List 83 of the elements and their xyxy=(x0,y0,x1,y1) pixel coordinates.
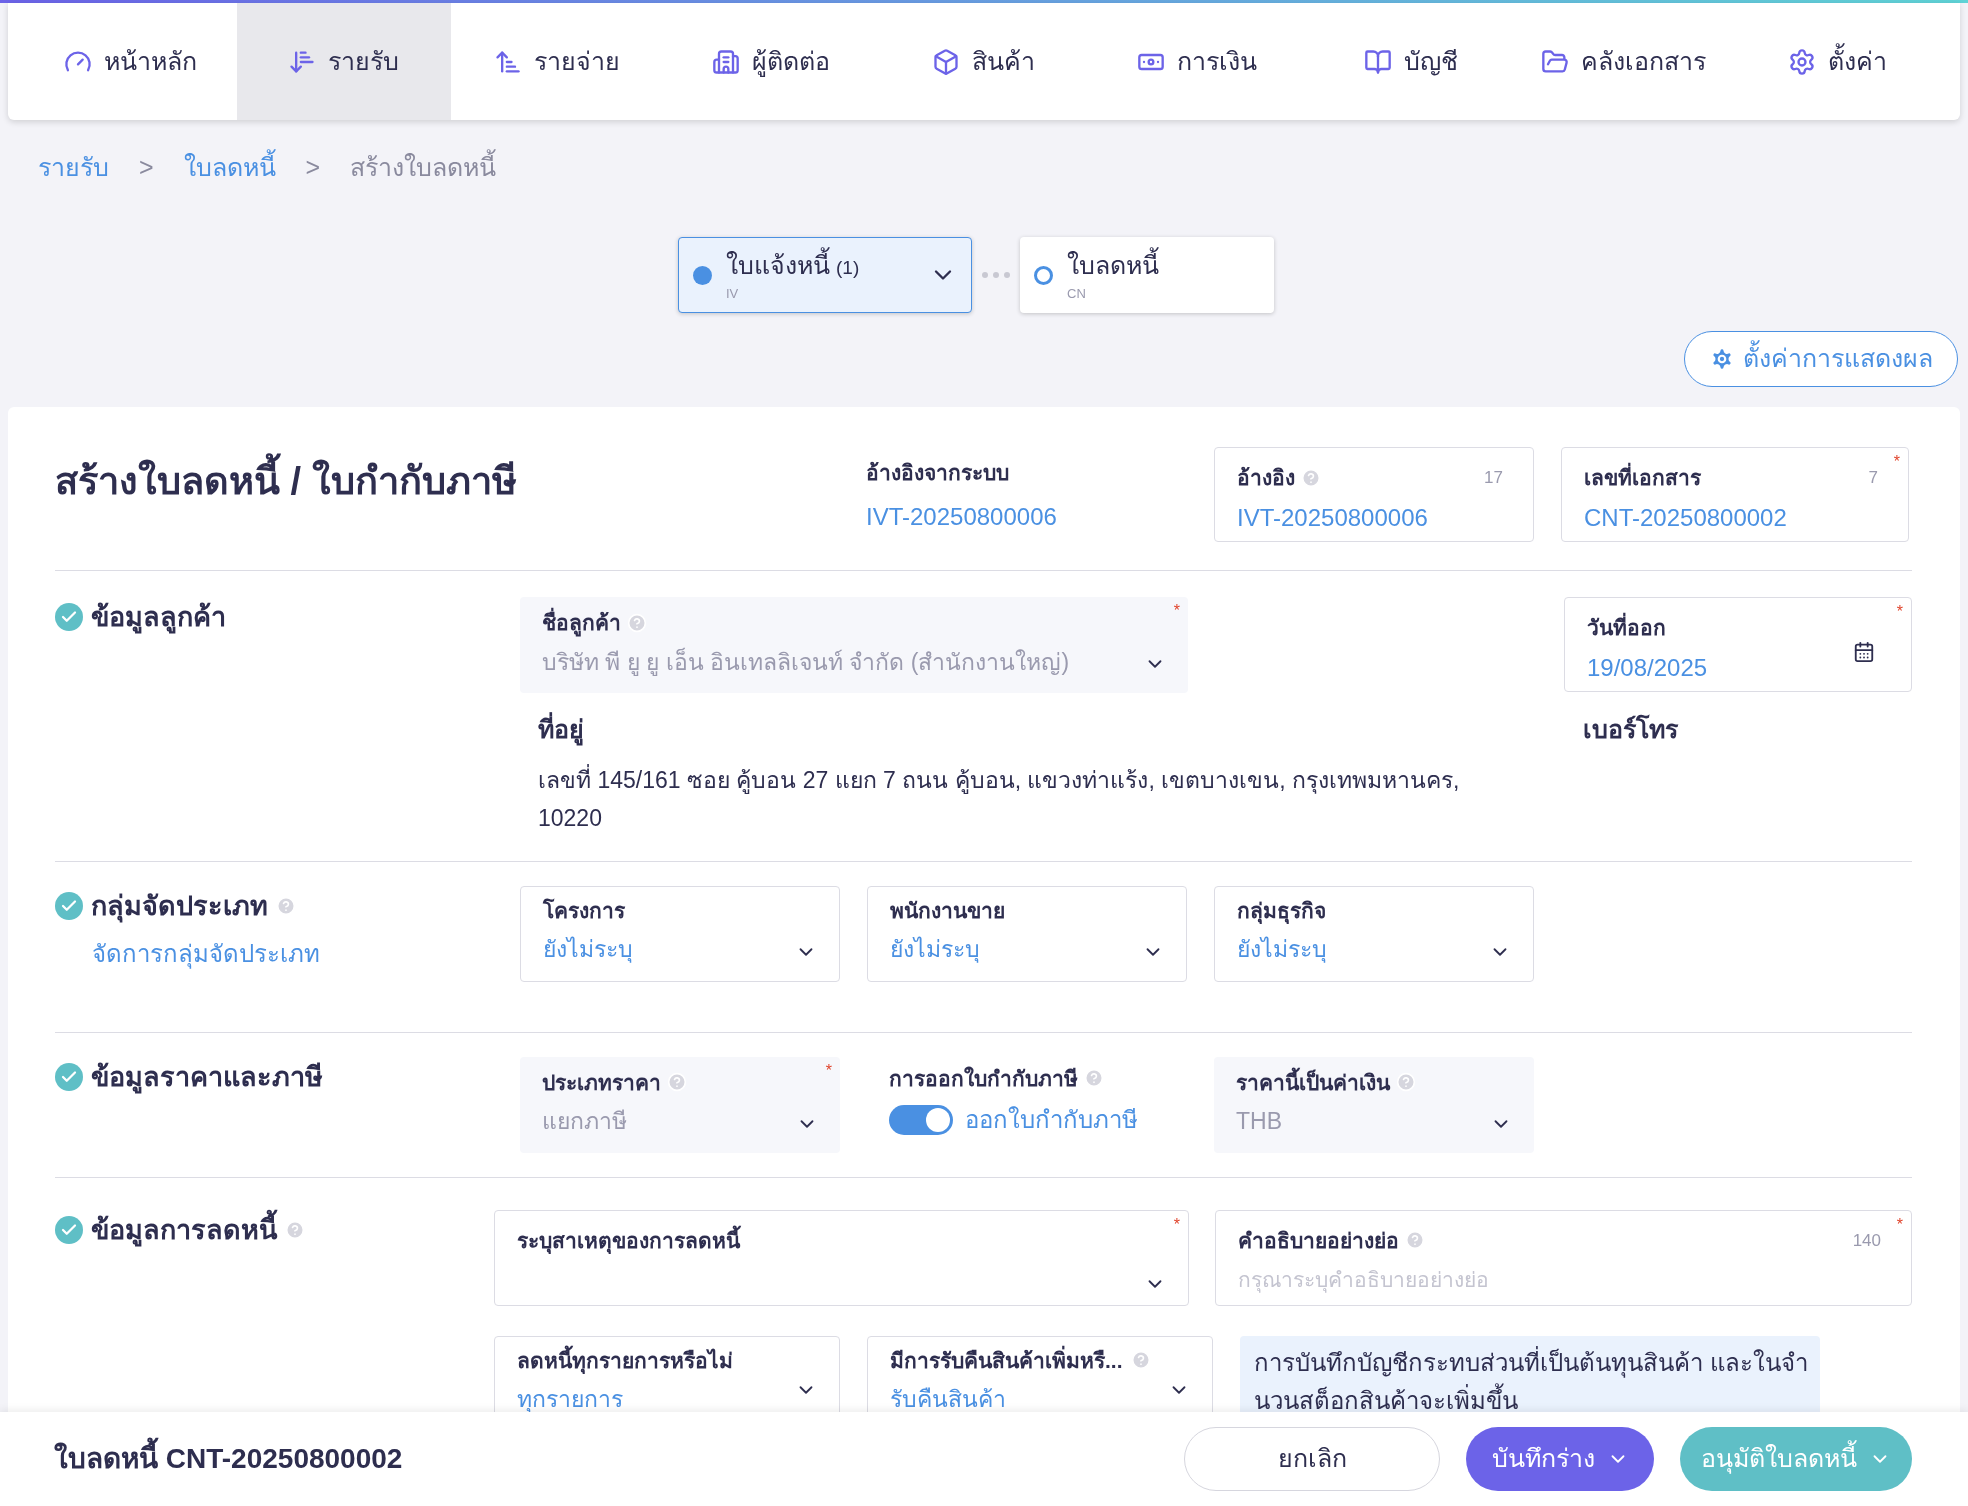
section-title: ข้อมูลการลดหนี้ xyxy=(91,1209,277,1250)
char-counter: 7 xyxy=(1868,467,1878,489)
description-input[interactable]: กรุณาระบุคำอธิบายอย่างย่อ xyxy=(1238,1264,1889,1296)
toggle-switch[interactable] xyxy=(889,1105,953,1135)
nav-tab[interactable]: รายจ่าย xyxy=(450,3,664,120)
nav-tab[interactable]: สินค้า xyxy=(877,3,1091,120)
select-field[interactable]: พนักงานขาย ยังไม่ระบุ xyxy=(867,885,1187,982)
text-field[interactable]: * คำอธิบายอย่างย่อ 140 กรุณาระบุคำอธิบายอย่างย่อ xyxy=(1215,1209,1912,1306)
form-title: สร้างใบลดหนี้ / ใบกำกับภาษี xyxy=(55,447,866,510)
field-label: อ้างอิงจากระบบ xyxy=(866,460,1010,486)
field-value: บริษัท พี ยู ยู เอ็น อินเทลลิเจนท์ จำกัด (สำนักงานใหญ่) xyxy=(542,646,1071,678)
settings-icon xyxy=(1787,47,1816,76)
document-step[interactable]: ใบลดหนี้ CN xyxy=(1020,237,1274,313)
info-note: การบันทึกบัญชีกระทบส่วนที่เป็นต้นทุนสินค้า และในจำ นวนสต็อกสินค้าจะเพิ่มขึ้น xyxy=(1240,1335,1820,1412)
field-label: วันที่ออก xyxy=(1587,612,1853,644)
save-draft-button[interactable]: บันทึกร่าง xyxy=(1466,1427,1654,1491)
nav-tab[interactable]: ตั้งค่า xyxy=(1730,3,1944,120)
field-value: CNT-20250800002 xyxy=(1584,502,1788,533)
book-icon xyxy=(1363,47,1392,76)
step-label: ใบแจ้งหนี้ xyxy=(726,246,830,284)
section-title: ข้อมูลลูกค้า xyxy=(91,601,226,636)
connector-dots xyxy=(982,272,1010,278)
field-value: THB xyxy=(1236,1107,1283,1136)
nav-tab[interactable]: บัญชี xyxy=(1303,3,1518,120)
field-label: พนักงานขาย xyxy=(890,897,1005,924)
field-value: ยังไม่ระบุ xyxy=(890,935,981,965)
required-mark: * xyxy=(1173,1216,1180,1233)
text-field[interactable]: อ้างอิง 17 IVT-20250800006 xyxy=(1214,447,1534,542)
field-label: โครงการ xyxy=(543,897,625,924)
step-code: IV xyxy=(726,285,740,303)
text-field[interactable]: * เลขที่เอกสาร 7 CNT-20250800002 xyxy=(1561,447,1909,542)
nav-tab[interactable]: ผู้ติดต่อ xyxy=(664,3,878,120)
step-count: (1) xyxy=(836,255,860,280)
field-label: ราคานี้เป็นค่าเงิน xyxy=(1236,1066,1390,1098)
step-code: CN xyxy=(1067,285,1087,303)
breadcrumb-separator: > xyxy=(305,151,321,183)
field-label: การออกใบกำกับภาษี xyxy=(889,1065,1078,1092)
select-field[interactable]: โครงการ ยังไม่ระบุ xyxy=(520,885,840,982)
field-value: แยกภาษี xyxy=(542,1107,628,1136)
char-counter: 17 xyxy=(1484,467,1503,489)
address-text: เลขที่ 145/161 ซอย คู้บอน 27 แยก 7 ถนน คู้บอน, แขวงท่าแร้ง, เขตบางเขน, กรุงเทพมหานคร, 10220 xyxy=(538,763,1461,833)
breadcrumb-current: สร้างใบลดหนี้ xyxy=(350,148,497,187)
required-mark: * xyxy=(1896,604,1903,620)
char-counter: 140 xyxy=(1852,1229,1881,1252)
required-mark: * xyxy=(1896,1216,1903,1233)
nav-tab[interactable]: หน้าหลัก xyxy=(24,3,238,120)
required-mark: * xyxy=(825,1062,832,1079)
footer-title: ใบลดหนี้ CNT-20250800002 xyxy=(54,1438,1184,1480)
section-title: กลุ่มจัดประเภท xyxy=(91,889,268,925)
calendar-icon xyxy=(1853,640,1875,663)
breadcrumb-separator: > xyxy=(139,151,154,183)
document-step[interactable]: ใบแจ้งหนี้ (1) IV xyxy=(678,237,972,313)
select-field[interactable]: * ระบุสาเหตุของการลดหนี้ xyxy=(494,1209,1189,1306)
phone-label: เบอร์โทร xyxy=(1582,713,1678,745)
required-mark: * xyxy=(1173,603,1180,619)
toggle-label: ออกใบกำกับภาษี xyxy=(965,1105,1138,1135)
field-value: ยังไม่ระบุ xyxy=(543,935,634,965)
box-icon xyxy=(932,47,961,76)
nav-tab[interactable]: รายรับ xyxy=(237,3,451,120)
field-value: 19/08/2025 xyxy=(1587,652,1709,683)
building-icon xyxy=(711,47,740,76)
date-field[interactable]: * วันที่ออก 19/08/2025 xyxy=(1564,597,1912,692)
field-label: คำอธิบายอย่างย่อ xyxy=(1238,1227,1399,1254)
field-value: รับคืนสินค้า xyxy=(890,1385,1007,1412)
cancel-button[interactable]: ยกเลิก xyxy=(1184,1427,1440,1491)
select-field[interactable]: กลุ่มธุรกิจ ยังไม่ระบุ xyxy=(1214,885,1534,982)
field-label: เลขที่เอกสาร xyxy=(1584,462,1701,494)
nav-tab[interactable]: คลังเอกสาร xyxy=(1517,3,1731,120)
field-label: อ้างอิง xyxy=(1237,465,1295,491)
field-label: ลดหนี้ทุกรายการหรือไม่ xyxy=(517,1344,733,1376)
field-value: IVT-20250800006 xyxy=(1237,502,1429,533)
required-mark: * xyxy=(1893,454,1900,470)
field-value: ยังไม่ระบุ xyxy=(1237,935,1328,965)
field-label: กลุ่มธุรกิจ xyxy=(1237,897,1326,926)
section-title: ข้อมูลราคาและภาษี xyxy=(91,1060,323,1096)
field-label: ชื่อลูกค้า xyxy=(542,607,621,639)
nav-tab[interactable]: การเงิน xyxy=(1090,3,1304,120)
field-label: มีการรับคืนสินค้าเพิ่มหรื... xyxy=(890,1344,1123,1376)
field-label: ระบุสาเหตุของการลดหนี้ xyxy=(517,1224,1144,1256)
step-label: ใบลดหนี้ xyxy=(1067,246,1159,284)
field-label: ประเภทราคา xyxy=(542,1069,661,1096)
select-field[interactable]: มีการรับคืนสินค้าเพิ่มหรื... รับคืนสินค้า xyxy=(867,1335,1213,1412)
address-label: ที่อยู่ xyxy=(538,711,1562,749)
